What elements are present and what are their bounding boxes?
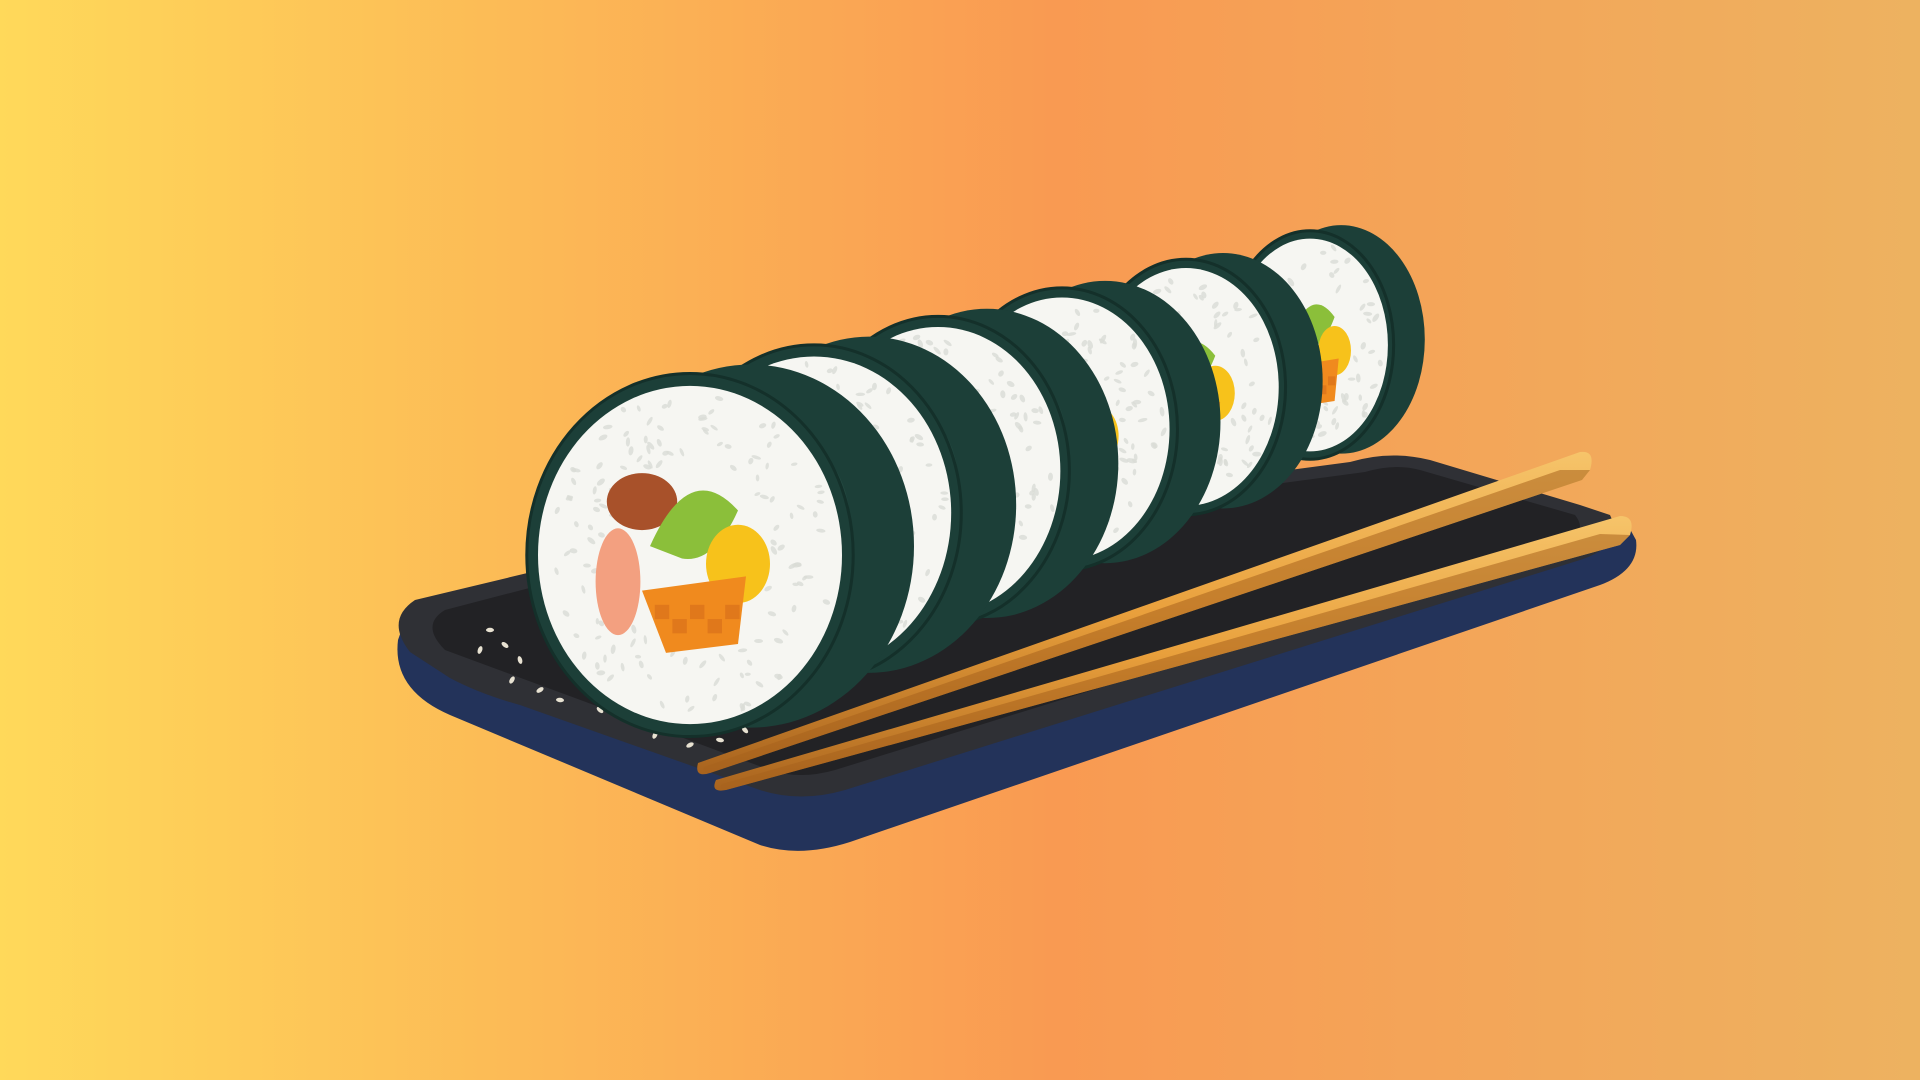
kimbap-slice-icon bbox=[525, 364, 914, 739]
kimbap-illustration bbox=[0, 0, 1920, 1080]
sesame-seed-icon bbox=[486, 627, 494, 633]
kimbap-plate-artwork bbox=[0, 0, 1920, 1080]
